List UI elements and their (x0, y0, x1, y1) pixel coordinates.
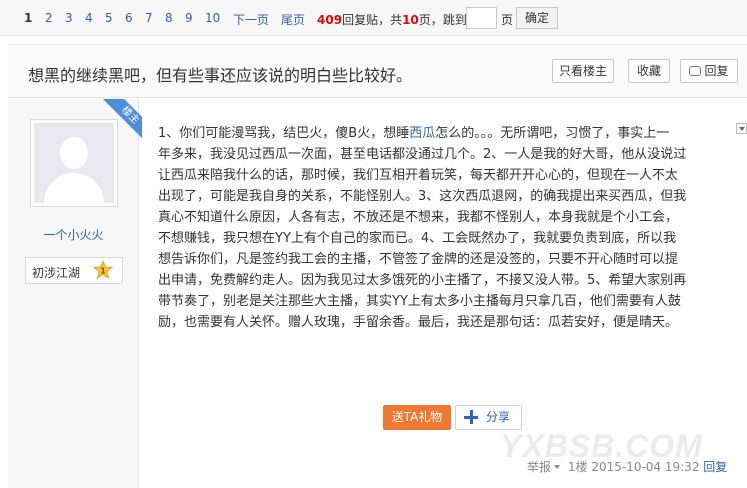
post-text: 怎么的。。。无所谓吧，习惯了，事实上一 (435, 126, 670, 141)
dropdown-icon[interactable] (554, 465, 561, 469)
post-line: 带节奏了，别老是关注那些大主播，其实YY上有太多小主播每月只拿几百，他们需要有人… (158, 294, 681, 309)
page-link[interactable]: 9 (185, 11, 193, 25)
page-link[interactable]: 5 (105, 11, 113, 25)
page-link[interactable]: 3 (65, 11, 73, 25)
post-line: 出申请，免费解约走人。因为我见过太多饿死的小主播了，不接又没人带。5、希望大家别… (158, 273, 687, 288)
pagination-bar: 1 2 3 4 5 6 7 8 9 10 下一页 尾页 409回复贴，共10页，… (0, 0, 747, 36)
share-button[interactable]: 分享 (455, 405, 522, 430)
post-datetime: 2015-10-04 19:32 (591, 460, 700, 474)
page-link[interactable]: 8 (165, 11, 173, 25)
thread-title-bar: 想黑的继续黑吧，但有些事还应该说的明白些比较好。 只看楼主 收藏 回复 (8, 44, 747, 98)
post-line: 出现了，可能是我自身的关系，不能怪别人。3、这次西瓜退网，的确我提出来买西瓜，但… (158, 189, 687, 204)
page-link[interactable]: 10 (205, 11, 220, 25)
page-link[interactable]: 2 (45, 11, 53, 25)
thread-title: 想黑的继续黑吧，但有些事还应该说的明白些比较好。 (28, 66, 413, 85)
post-content: 1、你们可能漫骂我，结巴火，傻B火，想睡西瓜怎么的。。。无所谓吧，习惯了，事实上… (158, 123, 728, 333)
level-name: 初涉江湖 (32, 266, 81, 280)
post-line: 真心不知道什么原因，人各有志，不放还是不想来，我都不怪别人，本身我就是个小工会， (158, 210, 679, 225)
page-link[interactable]: 6 (125, 11, 133, 25)
reply-count: 409 (317, 13, 343, 27)
post-line: 年多来，我没见过西瓜一次面，甚至电话都没通过几个。2、一人是我的好大哥，他从没说… (158, 147, 687, 162)
reply-button-label: 回复 (704, 64, 729, 78)
share-button-label: 分享 (486, 410, 511, 424)
reply-count-label: 回复贴，共 (342, 13, 403, 27)
avatar[interactable] (30, 119, 118, 207)
post-text: 1、你们可能漫骂我，结巴火，傻B火，想睡 (158, 126, 410, 141)
author-name[interactable]: 一个小火火 (8, 226, 139, 243)
post-line: 励，也需要有人关怀。赠人玫瑰，手留余香。最后，我还是那句话：瓜若安好，便是晴天。 (158, 315, 679, 330)
level-star-icon: 1 (93, 260, 113, 279)
post-line: 想告诉你们，凡是签约我工会的主播，不管签了金牌的还是没签的，只要不开心随时可以提 (158, 252, 679, 267)
reply-count-info: 409回复贴，共10页，跳到 (317, 11, 467, 28)
level-number: 1 (100, 267, 106, 276)
floor-reply-link[interactable]: 回复 (703, 460, 727, 474)
report-link[interactable]: 举报 (527, 460, 551, 474)
jump-confirm-button[interactable]: 确定 (516, 7, 558, 29)
post-line: 不想赚钱，我只想在YY上有个自己的家而已。4、工会既然办了，我就要负责到底，所以… (158, 231, 677, 246)
reply-icon (689, 66, 702, 76)
send-gift-button[interactable]: 送TA礼物 (383, 405, 451, 430)
post-meta: 举报 1楼 2015-10-04 19:32 回复 (527, 458, 727, 475)
level-badge[interactable]: 初涉江湖 1 (25, 257, 123, 284)
next-page-link[interactable]: 下一页 (233, 11, 269, 28)
page-link[interactable]: 4 (85, 11, 93, 25)
page-total-label: 页，跳到 (418, 13, 467, 27)
floor-number: 1楼 (567, 460, 588, 474)
reply-button[interactable]: 回复 (680, 59, 738, 83)
jump-page-input[interactable] (466, 7, 497, 29)
keyword-link[interactable]: 西瓜 (409, 126, 435, 141)
last-page-link[interactable]: 尾页 (281, 11, 305, 28)
post-line: 1、你们可能漫骂我，结巴火，傻B火，想睡西瓜怎么的。。。无所谓吧，习惯了，事实上… (158, 123, 728, 144)
favorite-button[interactable]: 收藏 (628, 59, 670, 83)
collapse-arrow-icon[interactable] (736, 123, 747, 134)
page-link-current: 1 (24, 11, 33, 25)
page-total: 10 (402, 13, 419, 27)
jump-page-unit: 页 (501, 13, 514, 27)
post-line: 让西瓜来陪我什么的话，那时候，我们互相开着玩笑，每天都开开心心的，但现在一人不太 (158, 168, 679, 183)
only-op-button[interactable]: 只看楼主 (552, 59, 614, 83)
page-link[interactable]: 7 (145, 11, 153, 25)
default-avatar-icon (34, 123, 114, 203)
plus-icon (464, 410, 478, 424)
